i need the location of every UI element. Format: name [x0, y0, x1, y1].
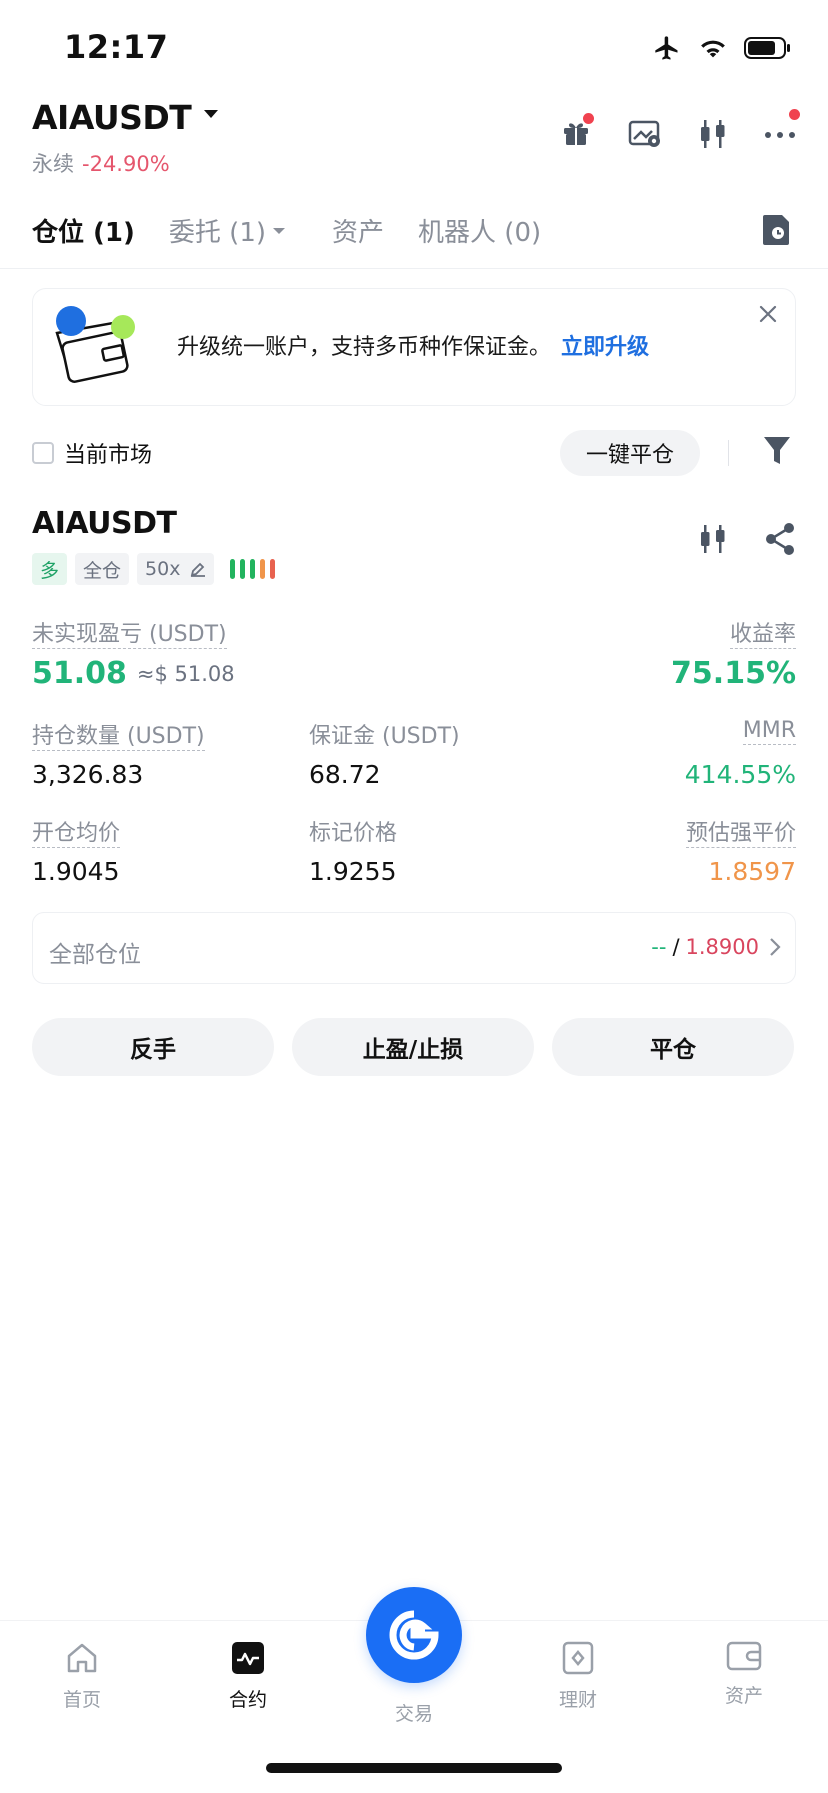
- upgrade-now-link[interactable]: 立即升级: [561, 335, 649, 360]
- leverage-badge[interactable]: 50x: [137, 553, 215, 585]
- nav-trade[interactable]: 交易: [364, 1699, 464, 1726]
- edit-icon: [191, 562, 206, 577]
- trade-fab-button[interactable]: [366, 1587, 462, 1683]
- nav-home[interactable]: 首页: [32, 1641, 132, 1712]
- candlestick-icon[interactable]: [698, 523, 728, 555]
- gift-notification-dot: [583, 113, 594, 124]
- size-value: 3,326.83: [32, 760, 144, 789]
- position-tabs: 仓位 (1) 委托 (1) 资产 机器人 (0): [32, 212, 541, 249]
- bottom-nav: 首页 合约 交易 理财 资产: [0, 1587, 828, 1793]
- position-symbol[interactable]: AIAUSDT: [32, 506, 177, 541]
- mmr-label[interactable]: MMR: [742, 718, 796, 745]
- all-positions-label: 全部仓位: [49, 942, 141, 968]
- history-doc-icon[interactable]: [762, 212, 792, 246]
- wifi-icon: [701, 40, 725, 58]
- header-actions: [560, 108, 800, 152]
- liq-price-label[interactable]: 预估强平价: [685, 815, 796, 848]
- filter-icon[interactable]: [762, 434, 792, 468]
- candlestick-icon[interactable]: [698, 118, 728, 150]
- filter-divider: [728, 440, 729, 466]
- size-label[interactable]: 持仓数量 (USDT): [32, 718, 205, 751]
- tab-positions[interactable]: 仓位 (1): [32, 212, 135, 249]
- risk-bar: [250, 559, 256, 579]
- stop-loss-value: 1.8900: [685, 935, 759, 959]
- unrealized-pnl-value: 51.08: [32, 656, 127, 691]
- symbol-dropdown-icon[interactable]: [202, 108, 220, 120]
- battery-icon: [744, 37, 790, 59]
- symbol-title[interactable]: AIAUSDT: [32, 98, 192, 137]
- more-button[interactable]: [764, 108, 800, 144]
- tab-orders[interactable]: 委托 (1): [169, 212, 286, 249]
- unrealized-pnl-label[interactable]: 未实现盈亏 (USDT): [32, 616, 227, 649]
- take-profit-value: --: [651, 935, 667, 959]
- current-market-label: 当前市场: [64, 443, 153, 468]
- liq-price-value: 1.8597: [708, 857, 796, 886]
- tpsl-values: --/1.8900: [651, 935, 759, 959]
- margin-value: 68.72: [309, 760, 381, 789]
- gate-logo-icon: [389, 1610, 439, 1660]
- position-action-buttons: 反手 止盈/止损 平仓: [32, 1018, 794, 1076]
- margin-mode-badge: 全仓: [75, 553, 130, 585]
- entry-price-label[interactable]: 开仓均价: [32, 815, 121, 848]
- filter-row: 当前市场 一键平仓: [32, 430, 796, 478]
- status-time: 12:17: [64, 28, 169, 66]
- roe-value: 75.15%: [671, 656, 796, 691]
- position-tags: 多 全仓 50x: [32, 553, 276, 585]
- home-icon: [67, 1643, 97, 1673]
- more-notification-dot: [789, 108, 800, 120]
- close-all-button[interactable]: 一键平仓: [560, 430, 700, 476]
- risk-level-bars: [230, 559, 276, 579]
- futures-chart-icon: [232, 1642, 264, 1674]
- finance-icon: [562, 1641, 594, 1675]
- banner-message: 升级统一账户，支持多币种作保证金。 立即升级: [177, 335, 650, 360]
- tab-bots[interactable]: 机器人 (0): [418, 212, 541, 249]
- wallet-illustration-icon: [55, 306, 135, 383]
- close-position-button[interactable]: 平仓: [552, 1018, 794, 1076]
- mark-price-label: 标记价格: [309, 821, 398, 846]
- tab-assets[interactable]: 资产: [332, 212, 384, 249]
- symbol-subline: 永续 -24.90%: [32, 148, 170, 178]
- gift-button[interactable]: [560, 113, 594, 152]
- tpsl-button[interactable]: 止盈/止损: [292, 1018, 534, 1076]
- margin-label: 保证金 (USDT): [309, 724, 460, 749]
- risk-bar: [240, 559, 246, 579]
- chevron-right-icon: [770, 938, 781, 956]
- nav-assets[interactable]: 资产: [694, 1641, 794, 1708]
- upgrade-banner[interactable]: 升级统一账户，支持多币种作保证金。 立即升级: [32, 288, 796, 406]
- current-market-checkbox[interactable]: [32, 442, 54, 464]
- price-change: -24.90%: [82, 152, 170, 176]
- roe-label[interactable]: 收益率: [729, 616, 796, 649]
- reverse-button[interactable]: 反手: [32, 1018, 274, 1076]
- risk-bar: [260, 559, 266, 579]
- risk-bar: [270, 559, 276, 579]
- unrealized-pnl-usd: ≈$ 51.08: [136, 661, 235, 686]
- share-icon[interactable]: [764, 522, 796, 556]
- home-indicator: [266, 1763, 562, 1773]
- more-icon: [765, 131, 795, 138]
- unrealized-pnl: 51.08 ≈$ 51.08: [32, 656, 235, 691]
- all-positions-tpsl-row[interactable]: 全部仓位 --/1.8900: [32, 912, 796, 984]
- nav-finance[interactable]: 理财: [528, 1641, 628, 1712]
- position-actions: [698, 522, 796, 556]
- status-icons: [652, 34, 792, 62]
- close-icon[interactable]: [757, 303, 779, 325]
- tabs-divider: [0, 268, 828, 269]
- mmr-value: 414.55%: [684, 760, 796, 789]
- orders-dropdown-icon: [273, 227, 286, 234]
- nav-futures[interactable]: 合约: [198, 1641, 298, 1712]
- entry-price-value: 1.9045: [32, 857, 120, 886]
- airplane-icon: [655, 36, 678, 60]
- risk-bar: [230, 559, 236, 579]
- mark-price-value: 1.9255: [309, 857, 397, 886]
- wallet-icon: [726, 1641, 762, 1671]
- contract-type: 永续: [32, 152, 74, 176]
- chart-settings-icon[interactable]: [628, 119, 662, 149]
- side-badge: 多: [32, 553, 68, 585]
